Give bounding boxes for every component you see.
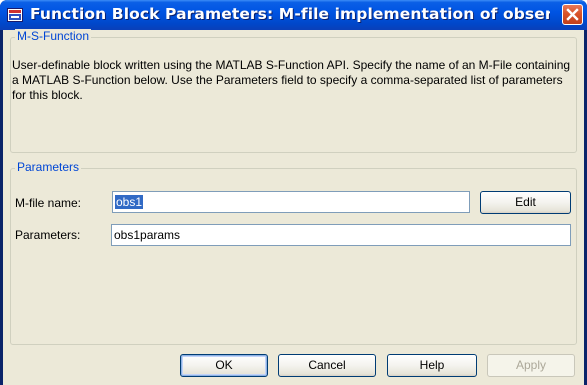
dialog-client-area: M-S-Function User-definable block writte…	[3, 29, 584, 385]
cancel-button[interactable]: Cancel	[278, 354, 376, 377]
close-icon	[566, 8, 579, 21]
parameters-label: Parameters:	[15, 228, 81, 242]
simulink-block-icon	[7, 8, 23, 22]
sfunction-description: User-definable block written using the M…	[12, 58, 571, 102]
parameters-group-legend: Parameters	[15, 160, 82, 174]
ok-button[interactable]: OK	[180, 354, 268, 377]
close-button[interactable]	[562, 4, 583, 25]
parameters-input[interactable]: obs1params	[111, 224, 571, 246]
apply-button: Apply	[487, 354, 575, 377]
window-title: Function Block Parameters: M-file implem…	[30, 5, 550, 23]
mfile-name-input[interactable]: obs1	[112, 191, 470, 213]
sfunction-group-legend: M-S-Function	[15, 29, 92, 43]
help-button[interactable]: Help	[387, 354, 477, 377]
dialog-window: Function Block Parameters: M-file implem…	[0, 0, 587, 385]
mfile-name-label: M-file name:	[15, 196, 82, 210]
edit-button[interactable]: Edit	[480, 191, 571, 214]
mfile-name-value: obs1	[115, 195, 144, 209]
title-bar[interactable]: Function Block Parameters: M-file implem…	[0, 0, 587, 30]
